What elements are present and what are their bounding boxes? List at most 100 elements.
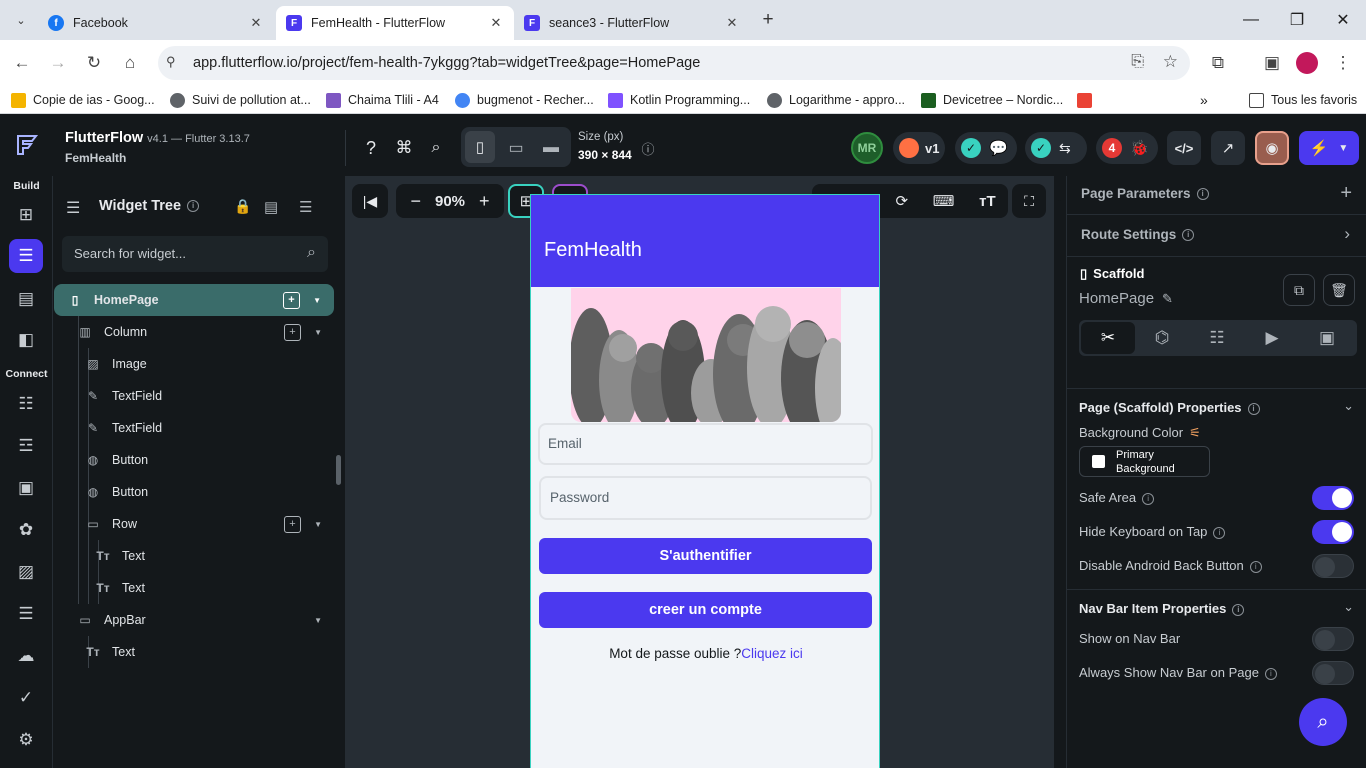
chevron-down-icon[interactable]: ▼ <box>314 520 322 529</box>
background-color-picker[interactable]: Primary Background <box>1079 446 1210 477</box>
password-field[interactable]: Password <box>539 476 872 520</box>
cloud-icon[interactable]: ☁ <box>9 639 43 673</box>
help-icon[interactable]: ? <box>358 131 384 165</box>
tree-item-row[interactable]: ▭ Row + ▼ <box>54 508 335 540</box>
bookmark-item[interactable]: Copie de ias - Goog... <box>11 91 155 109</box>
login-button[interactable]: S'authentifier <box>539 538 872 574</box>
duplicate-icon[interactable]: ⧉ <box>1283 274 1315 306</box>
close-window-button[interactable]: ✕ <box>1320 0 1366 40</box>
route-settings-header[interactable]: Route Settings i <box>1081 227 1195 242</box>
collapse-panel-icon[interactable]: |◀ <box>352 184 388 218</box>
tab-search-icon[interactable]: ⌄ <box>9 9 33 31</box>
tree-item-text[interactable]: Tт Text <box>54 540 335 572</box>
widget-search-input[interactable]: Search for widget... ⌕ <box>62 236 328 272</box>
gmail-bookmark[interactable] <box>1077 91 1092 109</box>
all-bookmarks[interactable]: Tous les favoris <box>1249 91 1357 109</box>
home-button[interactable]: ⌂ <box>116 49 144 77</box>
tree-item-textfield[interactable]: ✎ TextField <box>54 412 335 444</box>
app-bar[interactable]: FemHealth <box>531 195 879 287</box>
info-icon[interactable]: i <box>1142 492 1155 505</box>
back-button[interactable]: ← <box>8 49 36 77</box>
tree-item-button[interactable]: ◍ Button <box>54 476 335 508</box>
install-app-icon[interactable]: ⎘ <box>1131 53 1144 71</box>
open-external-icon[interactable]: ↗ <box>1211 131 1245 165</box>
hero-image[interactable] <box>571 288 841 422</box>
palette-icon[interactable]: ⚟ <box>1189 425 1201 440</box>
flutterflow-logo-icon[interactable] <box>15 132 39 158</box>
zoom-out-button[interactable]: − <box>410 191 421 212</box>
tree-item-text[interactable]: Tт Text <box>54 572 335 604</box>
hide-keyboard-toggle[interactable] <box>1312 520 1354 544</box>
extensions-icon[interactable]: ⧉ <box>1204 49 1232 77</box>
user-avatar[interactable]: MR <box>851 132 883 164</box>
tree-item-image[interactable]: ▨ Image <box>54 348 335 380</box>
email-field[interactable]: Email <box>538 423 873 465</box>
theme-icon[interactable]: ◧ <box>9 323 43 357</box>
chevron-down-icon[interactable]: ▼ <box>314 328 322 337</box>
reload-button[interactable]: ↻ <box>80 49 108 77</box>
tab-facebook[interactable]: f Facebook ✕ <box>38 6 274 40</box>
bookmark-item[interactable]: bugmenot - Recher... <box>455 91 594 109</box>
restore-button[interactable]: ❐ <box>1274 0 1320 40</box>
info-icon[interactable]: i <box>1182 229 1195 242</box>
comments-button[interactable]: ✓ 💬 <box>955 132 1017 164</box>
tree-item-textfield[interactable]: ✎ TextField <box>54 380 335 412</box>
code-icon[interactable]: </> <box>1167 131 1201 165</box>
page-parameters-header[interactable]: Page Parameters i <box>1081 186 1209 201</box>
run-button[interactable]: ⚡ ▼ <box>1299 131 1359 165</box>
info-icon[interactable]: i <box>1196 188 1209 201</box>
zoom-in-button[interactable]: + <box>479 191 490 212</box>
info-icon[interactable]: i <box>1249 560 1262 573</box>
properties-tab[interactable]: ✂ <box>1081 322 1135 354</box>
info-icon[interactable]: i <box>1232 603 1245 616</box>
media-assets-icon[interactable]: ▨ <box>9 555 43 589</box>
documentation-tab[interactable]: ▣ <box>1300 320 1354 356</box>
tree-item-text[interactable]: Tт Text <box>54 636 335 668</box>
disable-back-toggle[interactable] <box>1312 554 1354 578</box>
version-badge[interactable]: v1 <box>893 132 945 164</box>
canvas-scrollbar[interactable] <box>1057 200 1062 612</box>
always-show-navbar-toggle[interactable] <box>1312 661 1354 685</box>
add-child-icon[interactable]: + <box>283 291 300 309</box>
add-child-icon[interactable]: + <box>284 323 301 341</box>
sync-button[interactable]: ✓ ⇆ <box>1025 132 1087 164</box>
bookmark-item[interactable]: Kotlin Programming... <box>608 91 750 109</box>
sort-icon[interactable]: ☰ <box>299 198 312 216</box>
size-value[interactable]: 390 × 844 <box>578 148 632 162</box>
settings-list-icon[interactable]: ☰ <box>9 597 43 631</box>
lock-icon[interactable]: 🔒 <box>234 198 251 215</box>
info-icon[interactable]: i <box>187 200 200 213</box>
help-search-fab[interactable]: ⌕ <box>1299 698 1347 746</box>
navbar-properties-header[interactable]: Nav Bar Item Properties i <box>1079 601 1245 616</box>
tree-item-column[interactable]: ▥ Column + ▼ <box>54 316 335 348</box>
tree-view-icon[interactable]: ⛶ <box>1012 184 1046 218</box>
info-icon[interactable]: i <box>1247 402 1260 415</box>
custom-code-icon[interactable]: ✿ <box>9 513 43 547</box>
menu-icon[interactable]: ⋮ <box>1329 49 1357 77</box>
preview-eye-icon[interactable]: ◉ <box>1255 131 1289 165</box>
text-scale-icon[interactable]: тT <box>979 193 996 210</box>
test-icon[interactable]: ✓ <box>9 681 43 715</box>
info-icon[interactable]: i <box>1264 667 1277 680</box>
more-bookmarks-icon[interactable]: » <box>1200 91 1208 109</box>
tree-item-button[interactable]: ◍ Button <box>54 444 335 476</box>
info-icon[interactable]: i <box>1213 526 1226 539</box>
widget-tree-icon[interactable]: ☰ <box>9 239 43 273</box>
bookmark-item[interactable]: Chaima Tlili - A4 <box>326 91 439 109</box>
url-bar[interactable]: ⚲ app.flutterflow.io/project/fem-health-… <box>158 46 1190 80</box>
add-child-icon[interactable]: + <box>284 515 301 533</box>
database-icon[interactable]: ☷ <box>9 387 43 421</box>
desktop-device-icon[interactable]: ▬ <box>537 131 565 165</box>
signup-button[interactable]: creer un compte <box>539 592 872 628</box>
actions-tab[interactable]: ⌬ <box>1135 320 1189 356</box>
search-icon[interactable]: ⌕ <box>423 131 449 165</box>
keyboard-icon[interactable]: ⌨ <box>933 192 955 210</box>
panel-resize-handle[interactable] <box>336 455 341 485</box>
safe-area-toggle[interactable] <box>1312 486 1354 510</box>
tab-seance3[interactable]: F seance3 - FlutterFlow ✕ <box>514 6 750 40</box>
close-tab-icon[interactable]: ✕ <box>248 15 264 31</box>
chevron-down-icon[interactable]: ⌄ <box>1343 398 1354 414</box>
rotate-icon[interactable]: ⟳ <box>895 192 908 210</box>
scaffold-properties-header[interactable]: Page (Scaffold) Properties i <box>1079 400 1260 415</box>
zoom-level[interactable]: 90% <box>435 193 465 210</box>
